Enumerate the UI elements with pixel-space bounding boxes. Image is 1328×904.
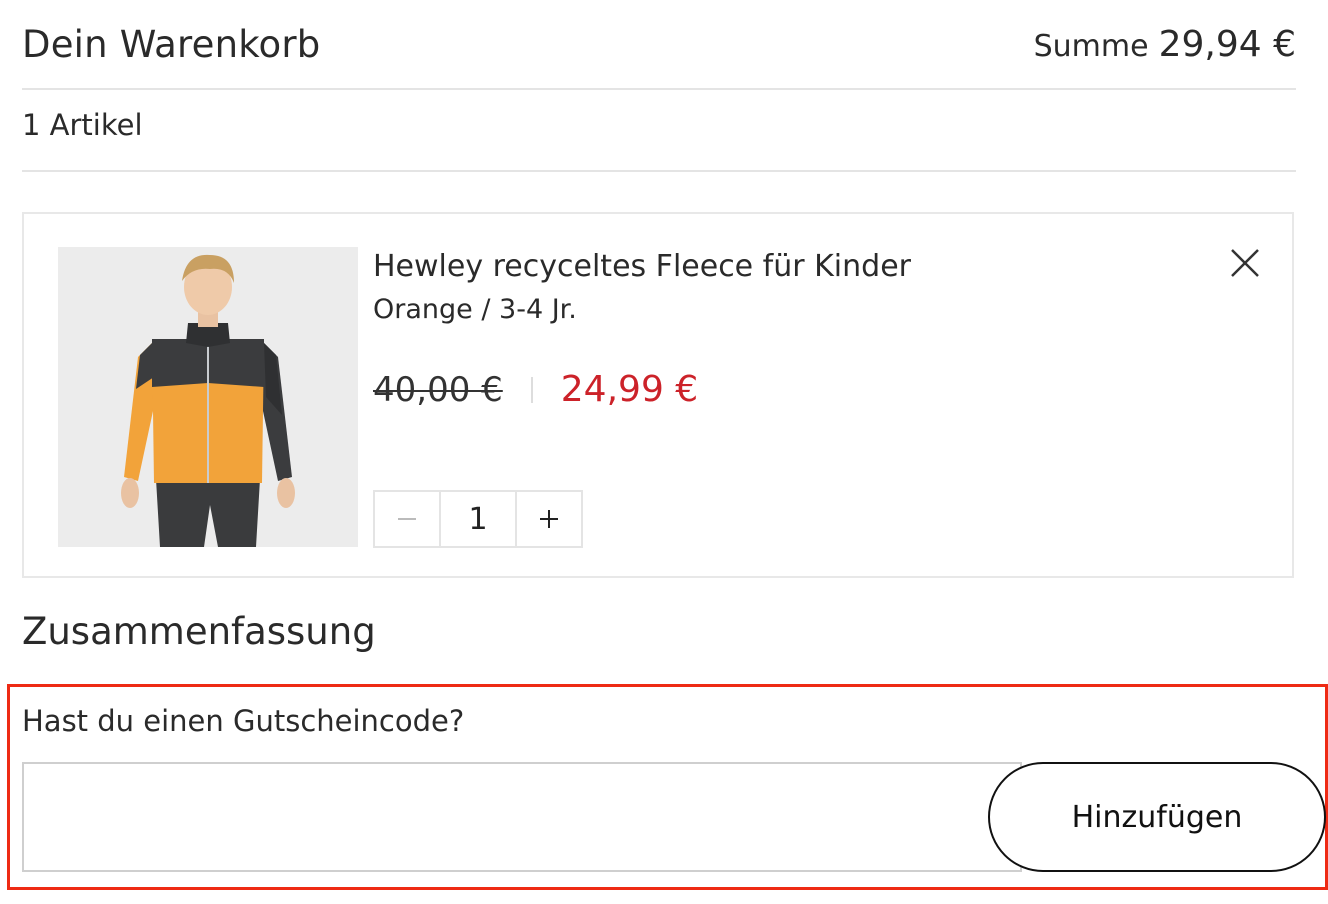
close-icon <box>1231 249 1259 277</box>
cart-item: Hewley recyceltes Fleece für Kinder Oran… <box>22 212 1294 578</box>
page-title: Dein Warenkorb <box>22 22 321 66</box>
remove-item-button[interactable] <box>1226 244 1264 282</box>
total-value: 29,94 € <box>1158 23 1296 65</box>
quantity-stepper: 1 <box>373 490 583 548</box>
product-photo-icon <box>58 247 358 547</box>
old-price: 40,00 € <box>373 369 503 410</box>
cart-header: Dein Warenkorb Summe 29,94 € <box>22 0 1296 88</box>
product-name[interactable]: Hewley recyceltes Fleece für Kinder <box>373 249 911 284</box>
cart-total: Summe 29,94 € <box>1034 24 1296 65</box>
plus-icon <box>540 510 558 528</box>
product-variant: Orange / 3-4 Jr. <box>373 294 577 325</box>
price-row: 40,00 € 24,99 € <box>373 369 698 410</box>
sale-price: 24,99 € <box>560 369 699 410</box>
quantity-value[interactable]: 1 <box>439 492 517 546</box>
total-label: Summe <box>1033 28 1149 64</box>
price-separator <box>530 376 533 403</box>
coupon-label: Hast du einen Gutscheincode? <box>22 704 465 738</box>
item-count: 1 Artikel <box>22 108 143 142</box>
minus-icon <box>398 518 416 520</box>
product-image[interactable] <box>58 247 358 547</box>
add-coupon-button[interactable]: Hinzufügen <box>988 762 1326 872</box>
decrement-button[interactable] <box>375 492 439 546</box>
increment-button[interactable] <box>517 492 581 546</box>
summary-heading: Zusammenfassung <box>22 610 376 653</box>
item-count-divider <box>22 170 1296 172</box>
header-divider <box>22 88 1296 90</box>
coupon-code-input[interactable] <box>22 762 1022 872</box>
cart-page: Dein Warenkorb Summe 29,94 € 1 Artikel H… <box>0 0 1328 904</box>
